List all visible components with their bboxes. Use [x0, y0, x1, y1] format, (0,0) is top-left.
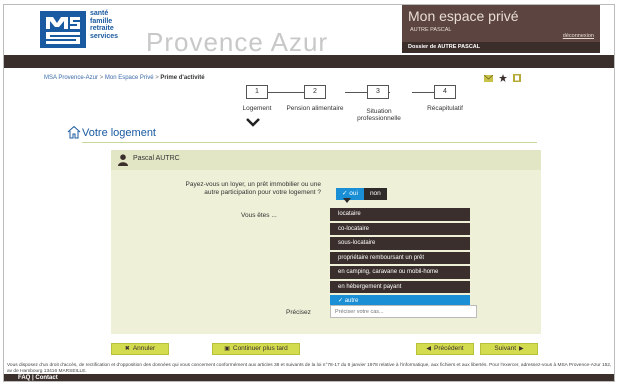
house-icon — [67, 125, 81, 139]
loan-question-label: Payez-vous un loyer, un prêt immobilier … — [185, 181, 322, 196]
person-icon — [118, 154, 128, 166]
cancel-label: Annuler — [132, 345, 156, 352]
contact-link[interactable]: Contact — [35, 375, 57, 381]
brand-title: Provence Azur — [146, 27, 329, 57]
arrow-left-icon: ◀ — [426, 346, 431, 352]
star-icon[interactable] — [499, 74, 508, 84]
person-name: Pascal AUTRC — [133, 155, 180, 162]
loan-yes-no-toggle: ✓ oui non — [336, 182, 387, 200]
page-tools — [483, 74, 525, 84]
status-option[interactable]: sous-locataire — [330, 237, 470, 250]
mail-icon[interactable] — [483, 74, 494, 84]
logout-link[interactable]: déconnexion — [563, 33, 594, 39]
step-2-label: Pension alimentaire — [286, 105, 344, 112]
logo-line: famille — [90, 17, 113, 25]
space-title: Mon espace privé — [408, 8, 519, 24]
legal-notice: Vous disposez d'un droit d'accès, de rec… — [7, 363, 612, 374]
arrow-right-icon: ▶ — [519, 346, 524, 352]
step-1-box[interactable]: 1 — [246, 85, 268, 99]
previous-label: Précédent — [433, 345, 464, 352]
continue-later-label: Continuer plus tard — [232, 345, 288, 352]
browser-page: santé famille retraite services Provence… — [3, 4, 615, 382]
print-icon[interactable] — [513, 74, 522, 84]
form-stepper: 1 Logement 2 Pension alimentaire 3 Situa… — [224, 85, 464, 145]
msa-logo[interactable] — [40, 11, 86, 48]
breadcrumb-current: Prime d'activité — [160, 75, 205, 81]
answer-no-button[interactable]: non — [363, 188, 387, 200]
dossier-label: Dossier de AUTRE PASCAL — [402, 42, 600, 53]
next-label: Suivant — [494, 345, 517, 352]
section-title: Votre logement — [82, 127, 156, 139]
user-name: AUTRE PASCAL — [410, 27, 452, 33]
site-header: santé famille retraite services Provence… — [4, 5, 614, 57]
precise-label: Précisez — [286, 309, 311, 316]
breadcrumb-separator: > — [98, 75, 105, 81]
section-divider — [82, 142, 537, 143]
previous-button[interactable]: ◀ Précédent — [416, 343, 474, 355]
close-circle-icon: ✖ — [124, 346, 130, 352]
current-step-chevron-icon — [246, 116, 260, 130]
step-4-label: Récapitulatif — [427, 105, 463, 112]
status-option[interactable]: propriétaire remboursant un prêt — [330, 251, 470, 264]
status-option[interactable]: en camping, caravane ou mobil-home — [330, 266, 470, 279]
breadcrumb-home[interactable]: MSA Provence-Azur — [44, 75, 98, 81]
precise-input[interactable] — [330, 305, 477, 318]
logo-line: services — [90, 32, 119, 40]
step-2-box[interactable]: 2 — [304, 85, 326, 99]
breadcrumb-espace[interactable]: Mon Espace Privé — [105, 75, 154, 81]
step-1-label: Logement — [242, 105, 272, 112]
housing-form-panel: Pascal AUTRC Payez-vous un loyer, un prê… — [111, 150, 541, 334]
status-option[interactable]: locataire — [330, 208, 470, 221]
step-4-box[interactable]: 4 — [434, 85, 456, 99]
cancel-button[interactable]: ✖ Annuler — [111, 343, 169, 355]
status-option[interactable]: en hébergement payant — [330, 280, 470, 293]
next-button[interactable]: Suivant ▶ — [480, 343, 538, 355]
status-question-label: Vous êtes ... — [241, 212, 277, 219]
status-options-list: locataire co-locataire sous-locataire pr… — [330, 208, 470, 310]
faq-link[interactable]: FAQ — [18, 375, 30, 381]
logo-line: retraite — [90, 25, 114, 32]
breadcrumb: MSA Provence-Azur > Mon Espace Privé > P… — [44, 75, 205, 81]
caret-down-icon — [343, 198, 351, 203]
continue-later-button[interactable]: ▣ Continuer plus tard — [212, 343, 300, 355]
status-option[interactable]: co-locataire — [330, 222, 470, 235]
site-footer: FAQ | Contact — [4, 374, 614, 381]
header-band — [4, 55, 614, 68]
step-3-label: Situation professionnelle — [357, 108, 401, 122]
logo-line: santé — [90, 10, 109, 17]
person-header: Pascal AUTRC — [111, 150, 541, 170]
logo-tagline: santé famille retraite services — [90, 10, 118, 40]
step-3-box[interactable]: 3 — [367, 85, 389, 99]
save-icon: ▣ — [224, 346, 230, 352]
user-space-box: Mon espace privé AUTRE PASCAL déconnexio… — [402, 5, 600, 42]
